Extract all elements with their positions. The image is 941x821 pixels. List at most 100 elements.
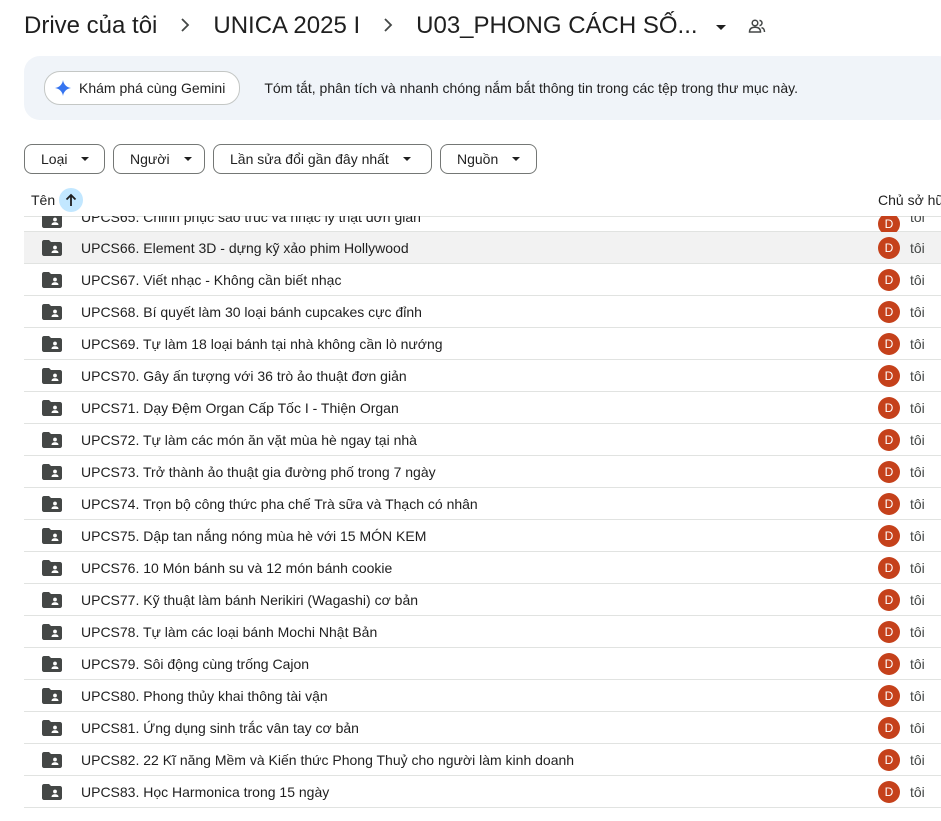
file-row[interactable]: UPCS78. Tự làm các loại bánh Mochi Nhật … [24, 616, 941, 648]
file-row[interactable]: UPCS80. Phong thủy khai thông tài vận Dtô… [24, 680, 941, 712]
file-row[interactable]: UPCS65. Chinh phục sáo trúc và nhạc lý t… [24, 216, 941, 235]
file-row[interactable]: UPCS70. Gây ấn tượng với 36 trò ảo thuật… [24, 360, 941, 392]
file-name: UPCS74. Trọn bộ công thức pha chế Trà sữ… [81, 495, 478, 512]
owner-avatar: D [878, 588, 900, 611]
shared-folder-icon [42, 463, 62, 480]
owner-avatar: D [878, 524, 900, 547]
shared-folder-icon [42, 687, 62, 704]
owner-avatar: D [878, 268, 900, 291]
gemini-description: Tóm tắt, phân tích và nhanh chóng nắm bắ… [264, 80, 798, 96]
owner-label: tôi [910, 335, 925, 352]
file-name: UPCS83. Học Harmonica trong 15 ngày [81, 783, 330, 800]
file-name: UPCS71. Dạy Đệm Organ Cấp Tốc I - Thiện … [81, 399, 399, 416]
shared-folder-icon [42, 367, 62, 384]
chevron-right-icon [360, 15, 416, 38]
owner-label: tôi [910, 495, 925, 512]
shared-folder-icon [42, 783, 62, 800]
owner-label: tôi [910, 783, 925, 800]
breadcrumb: Drive của tôi UNICA 2025 I U03_PHONG CÁC… [24, 8, 766, 44]
file-row[interactable]: UPCS77. Kỹ thuật làm bánh Nerikiri (Waga… [24, 584, 941, 616]
column-header-name[interactable]: Tên [31, 188, 84, 212]
sort-ascending-button[interactable] [59, 188, 84, 212]
file-name: UPCS73. Trở thành ảo thuật gia đường phố… [81, 463, 436, 480]
owner-label: tôi [910, 431, 925, 448]
shared-folder-icon [42, 335, 62, 352]
owner-avatar: D [878, 396, 900, 419]
gemini-button-label: Khám phá cùng Gemini [79, 80, 226, 96]
file-name: UPCS70. Gây ấn tượng với 36 trò ảo thuật… [81, 367, 407, 384]
owner-avatar: D [878, 780, 900, 803]
owner-label: tôi [910, 719, 925, 736]
owner-label: tôi [910, 591, 925, 608]
file-row[interactable]: UPCS81. Ứng dụng sinh trắc vân tay cơ bả… [24, 712, 941, 744]
shared-folder-icon [42, 303, 62, 320]
owner-avatar: D [878, 652, 900, 675]
file-name: UPCS65. Chinh phục sáo trúc và nhạc lý t… [81, 216, 421, 225]
owner-avatar: D [878, 748, 900, 771]
file-row[interactable]: UPCS69. Tự làm 18 loại bánh tại nhà khôn… [24, 328, 941, 360]
file-row[interactable]: UPCS73. Trở thành ảo thuật gia đường phố… [24, 456, 941, 488]
file-row[interactable]: UPCS74. Trọn bộ công thức pha chế Trà sữ… [24, 488, 941, 520]
owner-label: tôi [910, 687, 925, 704]
owner-label: tôi [910, 399, 925, 416]
file-name: UPCS82. 22 Kĩ năng Mềm và Kiến thức Phon… [81, 751, 575, 768]
caret-down-icon [512, 157, 521, 161]
caret-down-icon[interactable] [715, 24, 726, 30]
breadcrumb-parent-folder[interactable]: UNICA 2025 I [213, 12, 360, 40]
caret-down-icon [402, 157, 411, 161]
gemini-explore-button[interactable]: Khám phá cùng Gemini [44, 71, 241, 105]
owner-label: tôi [910, 463, 925, 480]
owner-avatar: D [878, 300, 900, 323]
owner-label: tôi [910, 216, 925, 225]
owner-avatar: D [878, 236, 900, 259]
owner-label: tôi [910, 559, 925, 576]
filter-source-label: Nguồn [457, 151, 499, 167]
file-list: UPCS65. Chinh phục sáo trúc và nhạc lý t… [24, 216, 941, 821]
column-header-owner[interactable]: Chủ sở hữu [878, 192, 941, 208]
filter-type-chip[interactable]: Loại [24, 144, 105, 174]
file-row[interactable]: UPCS79. Sôi động cùng trống Cajon Dtôi [24, 648, 941, 680]
file-name: UPCS72. Tự làm các món ăn vặt mùa hè nga… [81, 431, 417, 448]
file-row[interactable]: UPCS67. Viết nhạc - Không cần biết nhạc D… [24, 264, 941, 296]
file-name: UPCS81. Ứng dụng sinh trắc vân tay cơ bả… [81, 719, 359, 736]
file-row[interactable]: UPCS71. Dạy Đệm Organ Cấp Tốc I - Thiện … [24, 392, 941, 424]
caret-down-icon [183, 157, 192, 161]
file-name: UPCS66. Element 3D - dựng kỹ xảo phim Ho… [81, 239, 409, 256]
file-name: UPCS76. 10 Món bánh su và 12 món bánh co… [81, 559, 393, 576]
chevron-right-icon [157, 15, 213, 38]
owner-label: tôi [910, 303, 925, 320]
file-row[interactable]: UPCS68. Bí quyết làm 30 loại bánh cupcak… [24, 296, 941, 328]
file-row[interactable]: UPCS82. 22 Kĩ năng Mềm và Kiến thức Phon… [24, 744, 941, 776]
filter-people-chip[interactable]: Người [113, 144, 205, 174]
shared-folder-icon [42, 216, 62, 228]
file-row[interactable]: UPCS72. Tự làm các món ăn vặt mùa hè nga… [24, 424, 941, 456]
file-name: UPCS78. Tự làm các loại bánh Mochi Nhật … [81, 623, 378, 640]
shared-folder-icon [42, 655, 62, 672]
owner-avatar: D [878, 620, 900, 643]
file-row[interactable]: UPCS83. Học Harmonica trong 15 ngày Dtôi [24, 776, 941, 808]
file-row[interactable]: UPCS66. Element 3D - dựng kỹ xảo phim Ho… [24, 232, 941, 264]
breadcrumb-current-folder[interactable]: U03_PHONG CÁCH SỐ... [416, 12, 697, 40]
gemini-banner: Khám phá cùng Gemini Tóm tắt, phân tích … [24, 56, 941, 120]
filter-bar: Loại Người Lần sửa đổi gần đây nhất Nguồ… [24, 144, 537, 174]
owner-avatar: D [878, 364, 900, 387]
shared-folder-icon [42, 399, 62, 416]
owner-label: tôi [910, 751, 925, 768]
owner-label: tôi [910, 271, 925, 288]
file-row[interactable]: UPCS76. 10 Món bánh su và 12 món bánh co… [24, 552, 941, 584]
file-row[interactable]: UPCS75. Dập tan nắng nóng mùa hè với 15 … [24, 520, 941, 552]
file-name: UPCS67. Viết nhạc - Không cần biết nhạc [81, 271, 342, 288]
owner-label: tôi [910, 239, 925, 256]
filter-source-chip[interactable]: Nguồn [440, 144, 537, 174]
column-name-label: Tên [31, 192, 56, 208]
owner-avatar: D [878, 428, 900, 451]
filter-modified-chip[interactable]: Lần sửa đổi gần đây nhất [213, 144, 432, 174]
list-header: Tên Chủ sở hữu [24, 184, 941, 217]
breadcrumb-my-drive[interactable]: Drive của tôi [24, 12, 157, 40]
file-name: UPCS77. Kỹ thuật làm bánh Nerikiri (Waga… [81, 591, 419, 608]
shared-people-icon [748, 17, 766, 35]
shared-folder-icon [42, 591, 62, 608]
owner-label: tôi [910, 655, 925, 672]
shared-folder-icon [42, 751, 62, 768]
gemini-sparkle-icon [55, 80, 71, 96]
